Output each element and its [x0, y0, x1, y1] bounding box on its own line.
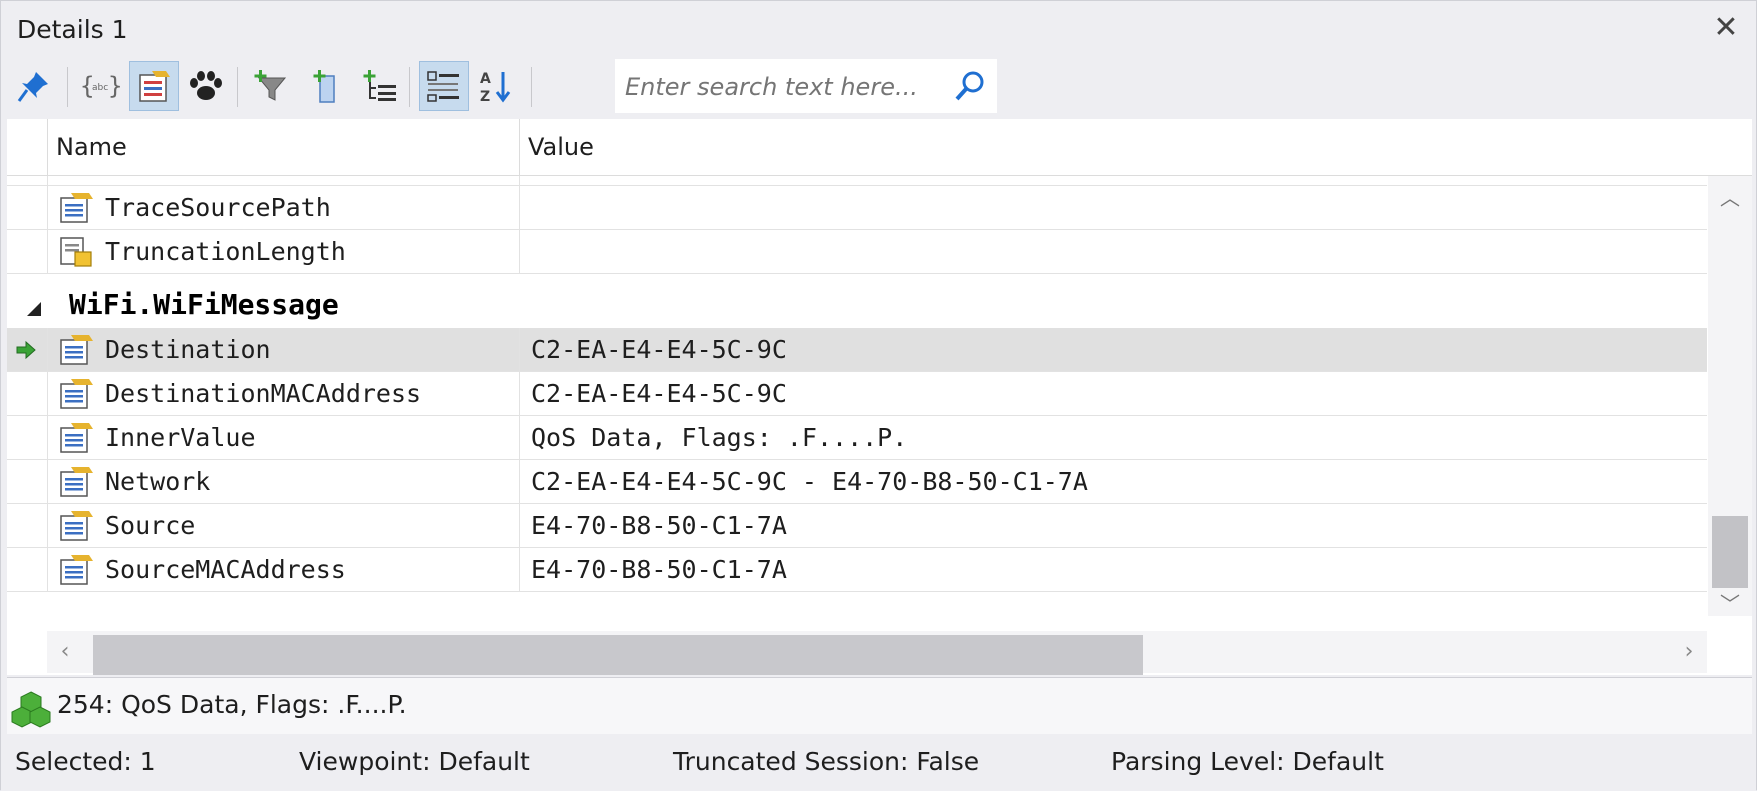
scroll-down-icon[interactable]: ﹀ [1716, 588, 1744, 616]
current-row-arrow-icon [16, 340, 36, 360]
frame-icon [11, 691, 51, 728]
status-truncated-session: Truncated Session: False [673, 747, 980, 776]
table-row[interactable]: SourceMACAddress E4-70-B8-50-C1-7A [7, 548, 1707, 592]
toolbar: { abc } [9, 59, 1009, 115]
vertical-scrollbar[interactable]: ︿ ﹀ [1708, 176, 1752, 616]
toolbar-separator [67, 67, 68, 107]
horizontal-scrollbar[interactable]: ‹ › [47, 631, 1707, 675]
properties-icon [139, 71, 170, 102]
search-icon[interactable] [953, 69, 987, 103]
group-list-icon [427, 71, 459, 102]
horizontal-scroll-thumb[interactable] [93, 635, 1143, 675]
property-icon [60, 193, 93, 223]
vertical-scroll-thumb[interactable] [1712, 516, 1748, 588]
table-row[interactable]: Network C2-EA-E4-E4-5C-9C - E4-70-B8-50-… [7, 460, 1707, 504]
add-column-icon [313, 70, 335, 103]
toolbar-separator [531, 67, 532, 107]
toolbar-separator [409, 67, 410, 107]
search-box[interactable] [615, 59, 997, 113]
add-tree-button[interactable] [355, 61, 405, 111]
frame-summary-text: 254: QoS Data, Flags: .F....P. [57, 690, 407, 719]
scroll-left-icon[interactable]: ‹ [53, 637, 77, 667]
pin-icon [17, 72, 48, 102]
row-name: Destination [105, 335, 271, 364]
table-row[interactable]: InnerValue QoS Data, Flags: .F....P. [7, 416, 1707, 460]
group-name: WiFi.WiFiMessage [69, 288, 339, 321]
table-row[interactable]: Destination C2-EA-E4-E4-5C-9C [7, 328, 1707, 372]
sort-az-icon: A Z [480, 71, 511, 104]
table-row[interactable]: TraceSourcePath [7, 186, 1707, 230]
pin-button[interactable] [9, 61, 59, 111]
grid-rows: TraceSourcePath TruncationLength WiFi.Wi… [7, 176, 1707, 608]
svg-text:A: A [480, 71, 491, 87]
property-icon [60, 511, 93, 541]
details-window: Details 1 ✕ { abc } [0, 0, 1757, 791]
row-name: TraceSourcePath [105, 193, 331, 222]
status-viewpoint[interactable]: Viewpoint: Default [299, 747, 530, 776]
toolbar-separator [237, 67, 238, 107]
status-parsing-level[interactable]: Parsing Level: Default [1111, 747, 1384, 776]
group-view-button[interactable] [419, 61, 469, 111]
paw-button[interactable] [181, 61, 231, 111]
frame-summary-bar: 254: QoS Data, Flags: .F....P. [7, 677, 1752, 734]
status-bar: Selected: 1 Viewpoint: Default Truncated… [1, 735, 1756, 791]
title-bar: Details 1 ✕ [1, 1, 1756, 59]
grid-header: Name Value [7, 119, 1752, 176]
table-row[interactable]: Source E4-70-B8-50-C1-7A [7, 504, 1707, 548]
window-title: Details 1 [17, 15, 128, 44]
row-name: Network [105, 467, 211, 496]
filter-icon [254, 70, 287, 101]
row-name: InnerValue [105, 423, 256, 452]
scroll-up-icon[interactable]: ︿ [1716, 182, 1744, 210]
sort-az-button[interactable]: A Z [471, 61, 521, 111]
scroll-right-icon[interactable]: › [1677, 637, 1701, 667]
properties-view-button[interactable] [129, 61, 179, 111]
row-value: C2-EA-E4-E4-5C-9C [531, 379, 787, 408]
row-name: DestinationMACAddress [105, 379, 422, 408]
add-filter-button[interactable] [247, 61, 297, 111]
row-value: E4-70-B8-50-C1-7A [531, 555, 787, 584]
braces-icon: { abc } [80, 72, 120, 100]
column-header-value[interactable]: Value [519, 119, 1749, 175]
row-name: SourceMACAddress [105, 555, 346, 584]
property-icon [60, 379, 93, 409]
close-button[interactable]: ✕ [1710, 11, 1742, 45]
row-name: TruncationLength [105, 237, 346, 266]
status-selected: Selected: 1 [15, 747, 156, 776]
table-row[interactable]: DestinationMACAddress C2-EA-E4-E4-5C-9C [7, 372, 1707, 416]
row-value: C2-EA-E4-E4-5C-9C - E4-70-B8-50-C1-7A [531, 467, 1088, 496]
property-icon [60, 555, 93, 585]
table-row[interactable] [7, 176, 1707, 186]
row-name: Source [105, 511, 196, 540]
svg-text:Z: Z [480, 89, 490, 104]
table-row[interactable]: TruncationLength [7, 230, 1707, 274]
svg-text:}: } [108, 72, 120, 100]
add-column-button[interactable] [301, 61, 351, 111]
property-icon [60, 423, 93, 453]
collapse-triangle-icon[interactable] [27, 302, 41, 316]
tree-icon [363, 70, 396, 101]
braces-button[interactable]: { abc } [75, 61, 125, 111]
property-icon [60, 335, 93, 365]
paw-icon [190, 71, 222, 100]
column-header-name[interactable]: Name [47, 119, 519, 175]
row-value: C2-EA-E4-E4-5C-9C [531, 335, 787, 364]
svg-text:abc: abc [92, 83, 108, 93]
row-value: QoS Data, Flags: .F....P. [531, 423, 908, 452]
search-input[interactable] [623, 67, 947, 107]
property-icon [60, 467, 93, 497]
row-value: E4-70-B8-50-C1-7A [531, 511, 787, 540]
details-grid: Name Value TraceSourcePath TruncationLen… [7, 119, 1752, 675]
field-icon [60, 237, 92, 267]
